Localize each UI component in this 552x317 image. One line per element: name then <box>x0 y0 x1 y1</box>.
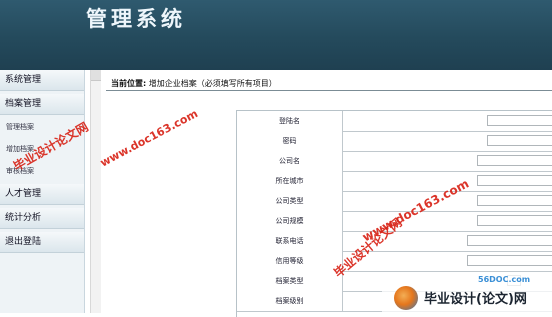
form-label: 公司名 <box>237 151 343 171</box>
sidebar: 系统管理 档案管理 管理档案 增加档案 审核档案 人才管理 统计分析 退出登陆 <box>0 70 85 313</box>
sidebar-item-statistics[interactable]: 统计分析 <box>0 208 84 229</box>
form-row-credit: 信用等级 <box>237 251 552 272</box>
sidebar-subitem-manage-archives[interactable]: 管理档案 <box>6 122 34 132</box>
form-label: 所在城市 <box>237 171 343 191</box>
sidebar-item-system[interactable]: 系统管理 <box>0 70 84 91</box>
password-input[interactable] <box>487 135 552 146</box>
logo-site-text: 56DOC.com <box>478 275 531 284</box>
phone-input[interactable] <box>467 235 552 246</box>
form-label: 密码 <box>237 131 343 151</box>
form-label: 联系电话 <box>237 231 343 251</box>
company-type-input[interactable] <box>477 195 552 206</box>
form-label: 登陆名 <box>237 111 343 131</box>
credit-input[interactable] <box>467 255 552 266</box>
sidebar-item-talent[interactable]: 人才管理 <box>0 184 84 205</box>
form-label: 公司类型 <box>237 191 343 211</box>
app-header: 管理系统 <box>0 0 552 70</box>
company-size-input[interactable] <box>477 215 552 226</box>
breadcrumb-path: 增加企业档案（必须填写所有项目） <box>148 79 277 88</box>
form-row-company: 公司名 <box>237 151 552 172</box>
form-row-city: 所在城市 <box>237 171 552 192</box>
app-title: 管理系统 <box>86 6 186 31</box>
logo-text: 毕业设计(论文)网 <box>424 292 527 307</box>
form-row-login: 登陆名 <box>237 111 552 132</box>
form-label: 信用等级 <box>237 251 343 271</box>
form-label: 档案类型 <box>237 271 343 291</box>
city-input[interactable] <box>477 175 552 186</box>
form-label: 档案级别 <box>237 291 343 311</box>
site-logo: 56DOC.com 毕业设计(论文)网 <box>382 273 552 313</box>
login-input[interactable] <box>487 115 552 126</box>
divider <box>106 90 552 91</box>
logo-icon <box>394 286 418 310</box>
form-label: 公司规模 <box>237 211 343 231</box>
scroll-up-button[interactable] <box>91 70 101 81</box>
company-input[interactable] <box>477 155 552 166</box>
sidebar-item-archives[interactable]: 档案管理 <box>0 94 84 115</box>
breadcrumb: 当前位置: 增加企业档案（必须填写所有项目） <box>111 78 277 89</box>
breadcrumb-label: 当前位置: <box>111 79 147 88</box>
form-row-company-type: 公司类型 <box>237 191 552 212</box>
form-row-password: 密码 <box>237 131 552 152</box>
sidebar-item-logout[interactable]: 退出登陆 <box>0 232 84 253</box>
